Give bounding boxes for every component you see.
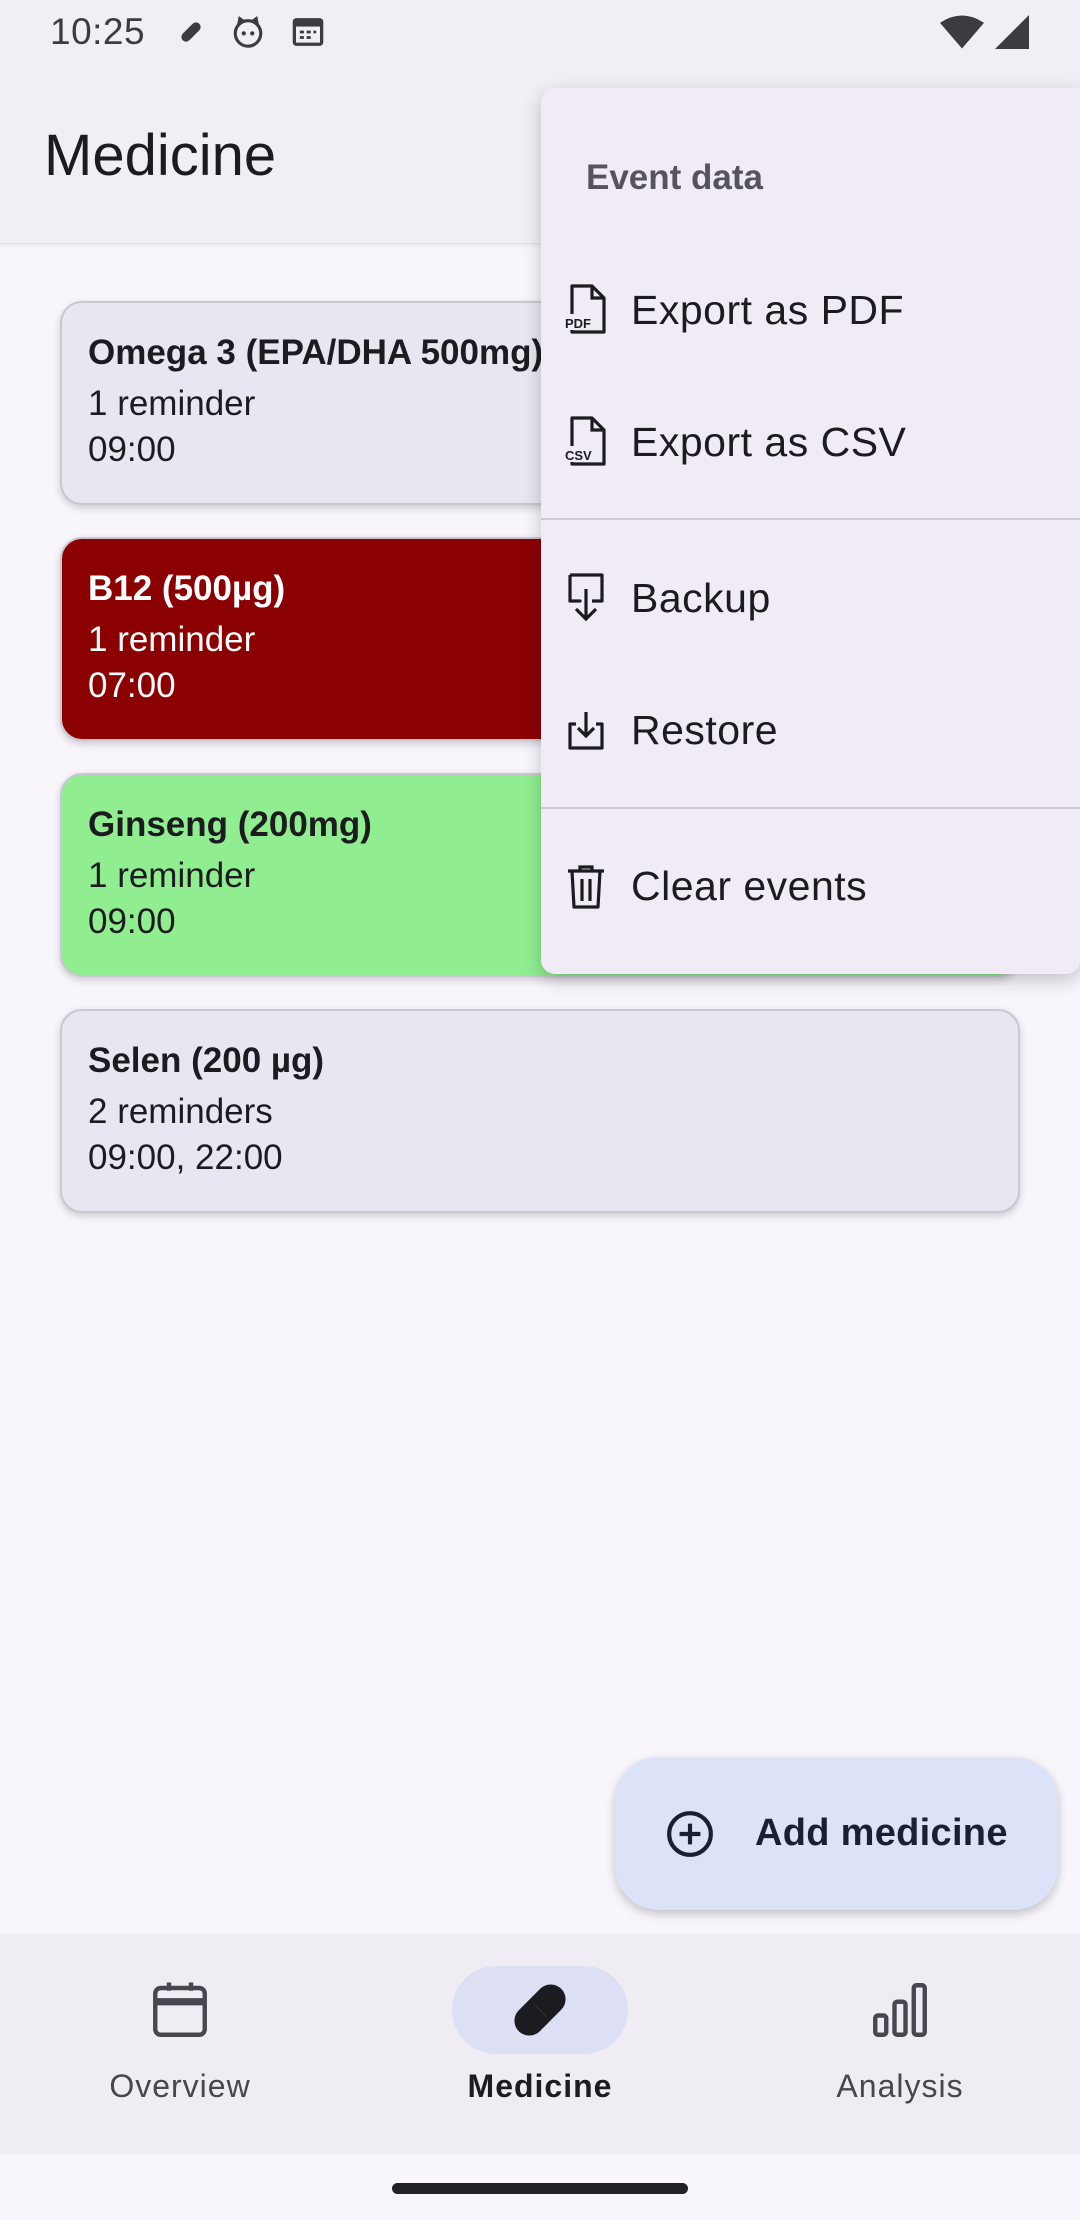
menu-divider <box>541 518 1080 520</box>
overflow-menu: Event data PDF Export as PDF CSV Export … <box>541 88 1080 974</box>
svg-text:CSV: CSV <box>565 448 592 463</box>
system-icons <box>940 15 1030 49</box>
nav-label: Overview <box>109 2068 251 2104</box>
nav-label: Medicine <box>467 2068 613 2104</box>
cat-face-icon <box>233 15 263 48</box>
calendar-icon <box>153 1982 207 2037</box>
add-medicine-label: Add medicine <box>755 1812 1008 1854</box>
svg-text:PDF: PDF <box>565 316 591 331</box>
home-gesture-bar[interactable] <box>392 2183 688 2194</box>
status-bar: 10:25 <box>0 0 1080 64</box>
menu-item-label: Backup <box>631 574 771 621</box>
bar-chart-icon <box>873 1983 927 2037</box>
nav-label: Analysis <box>836 2068 964 2104</box>
menu-item-label: Export as CSV <box>631 418 907 465</box>
menu-item-export-csv[interactable]: CSV Export as CSV <box>541 382 1080 502</box>
menu-item-export-pdf[interactable]: PDF Export as PDF <box>541 250 1080 370</box>
add-circle-icon <box>667 1810 713 1857</box>
backup-icon <box>561 570 611 626</box>
nav-icon-container <box>92 1966 268 2054</box>
calendar-notification-icon <box>292 18 324 46</box>
bottom-navigation: Overview Medicine Analysis <box>0 1934 1080 2154</box>
pill-notification-icon <box>181 22 201 42</box>
wifi-icon <box>940 15 984 49</box>
medicine-reminder-times: 09:00, 22:00 <box>88 1138 283 1177</box>
pdf-file-icon: PDF <box>561 282 611 338</box>
trash-icon <box>561 858 611 914</box>
menu-section-header: Event data <box>586 158 763 197</box>
csv-file-icon: CSV <box>561 414 611 470</box>
menu-item-label: Export as PDF <box>631 286 905 333</box>
page-title: Medicine <box>44 123 277 188</box>
menu-item-label: Clear events <box>631 862 868 909</box>
menu-item-clear-events[interactable]: Clear events <box>541 826 1080 946</box>
status-time: 10:25 <box>50 11 146 52</box>
medicine-card[interactable]: Selen (200 µg) 2 reminders 09:00, 22:00 <box>60 1009 1020 1213</box>
menu-item-backup[interactable]: Backup <box>541 538 1080 658</box>
nav-item-analysis[interactable]: Analysis <box>720 1934 1080 2154</box>
menu-item-restore[interactable]: Restore <box>541 670 1080 790</box>
pill-icon <box>514 1984 566 2036</box>
signal-icon <box>995 15 1029 49</box>
nav-item-medicine[interactable]: Medicine <box>360 1934 720 2154</box>
notification-icons <box>177 15 325 49</box>
medicine-reminder-count: 2 reminders <box>88 1092 273 1131</box>
nav-icon-container <box>452 1966 628 2054</box>
nav-item-overview[interactable]: Overview <box>0 1934 360 2154</box>
medicine-name: Selen (200 µg) <box>88 1041 325 1080</box>
add-medicine-button[interactable]: Add medicine <box>615 1757 1058 1910</box>
menu-item-label: Restore <box>631 706 779 753</box>
menu-divider <box>541 807 1080 809</box>
nav-icon-container <box>812 1966 988 2054</box>
restore-icon <box>561 702 611 758</box>
